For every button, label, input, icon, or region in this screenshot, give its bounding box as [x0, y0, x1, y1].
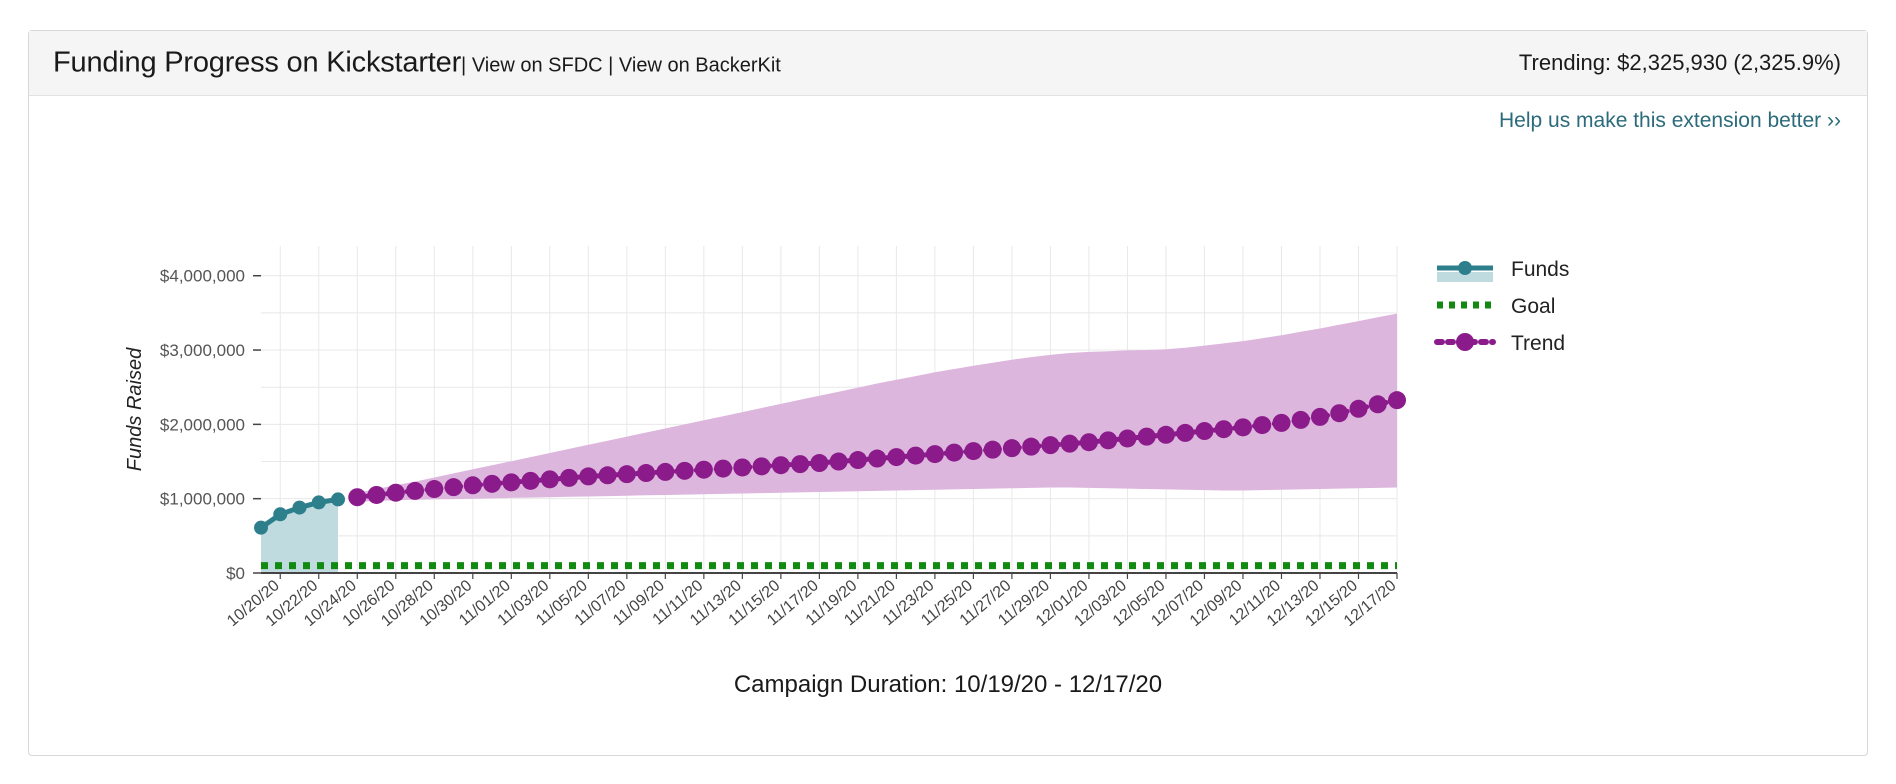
- trend-data-point: [386, 483, 405, 502]
- trend-data-point: [1349, 399, 1368, 418]
- header-title-group: Funding Progress on Kickstarter | View o…: [53, 47, 781, 80]
- chart-legend: Funds Goal Trend: [1434, 258, 1569, 355]
- legend-item-trend[interactable]: Trend: [1434, 332, 1565, 355]
- trend-data-point: [771, 456, 790, 475]
- chart-area: $0 $1,000,000 $2,000,000 $3,000,000 $4,000,0…: [29, 151, 1867, 651]
- trend-data-point: [1388, 391, 1406, 410]
- funding-progress-card: Funding Progress on Kickstarter | View o…: [28, 30, 1868, 756]
- legend-trend-marker: [1456, 333, 1474, 351]
- legend-label: Trend: [1511, 332, 1565, 355]
- trend-data-point: [348, 488, 367, 507]
- trend-data-point: [1060, 434, 1079, 453]
- trend-data-point: [733, 458, 752, 477]
- trend-data-point: [444, 478, 463, 497]
- trend-data-point: [964, 442, 983, 461]
- legend-item-goal[interactable]: Goal: [1437, 295, 1555, 318]
- trend-data-point: [1079, 433, 1098, 452]
- trend-data-point: [425, 480, 444, 499]
- screenshot-root: Funding Progress on Kickstarter | View o…: [0, 0, 1896, 784]
- trend-data-point: [540, 470, 559, 489]
- trend-data-point: [1272, 413, 1291, 432]
- funds-data-point: [311, 495, 326, 510]
- trend-data-point: [906, 446, 925, 465]
- legend-label: Goal: [1511, 295, 1555, 318]
- trend-data-point: [848, 451, 867, 470]
- help-improve-extension-link[interactable]: Help us make this extension better ››: [1499, 109, 1841, 132]
- header-links: | View on SFDC | View on BackerKit: [461, 55, 781, 78]
- y-axis-tick-label: $1,000,000: [160, 490, 245, 509]
- funds-data-point: [273, 507, 288, 522]
- trend-data-point: [868, 449, 887, 468]
- trend-data-point: [1002, 439, 1021, 458]
- trend-data-point: [1176, 423, 1195, 442]
- trend-data-point: [1041, 436, 1060, 455]
- trend-data-point: [367, 485, 386, 504]
- trend-data-point: [752, 457, 771, 476]
- trend-band-area: [357, 313, 1397, 502]
- y-axis-title: Funds Raised: [124, 347, 146, 471]
- trend-data-point: [1330, 404, 1349, 423]
- legend-funds-marker: [1458, 261, 1472, 275]
- trending-status: Trending: $2,325,930 (2,325.9%): [1518, 50, 1841, 75]
- page-title: Funding Progress on Kickstarter: [53, 46, 462, 79]
- trend-data-point: [1022, 437, 1041, 456]
- trend-confidence-band: [357, 313, 1397, 502]
- trend-data-point: [887, 448, 906, 467]
- trend-data-point: [791, 455, 810, 474]
- trend-data-point: [983, 440, 1002, 459]
- trend-data-point: [945, 443, 964, 462]
- y-axis-tick-label: $4,000,000: [160, 267, 245, 286]
- card-header: Funding Progress on Kickstarter | View o…: [29, 31, 1867, 96]
- help-row: Help us make this extension better ››: [1499, 109, 1841, 133]
- trend-data-point: [675, 461, 694, 480]
- trend-data-point: [502, 473, 521, 492]
- trend-data-point: [521, 471, 540, 490]
- trend-data-point: [617, 465, 636, 484]
- funds-series: [254, 492, 346, 573]
- trend-data-point: [579, 467, 598, 486]
- trend-data-point: [1310, 407, 1329, 426]
- trend-data-point: [1137, 427, 1156, 446]
- view-on-backerkit-link[interactable]: View on BackerKit: [619, 55, 781, 77]
- trend-data-point: [829, 452, 848, 471]
- trend-data-point: [810, 454, 829, 473]
- view-on-sfdc-link[interactable]: View on SFDC: [472, 55, 603, 77]
- trend-data-point: [483, 474, 502, 493]
- trend-data-point: [1291, 410, 1310, 429]
- trend-data-point: [656, 462, 675, 481]
- trend-data-point: [1214, 420, 1233, 439]
- funds-data-point: [331, 492, 346, 507]
- trend-data-point: [1099, 431, 1118, 450]
- funding-progress-chart: $0 $1,000,000 $2,000,000 $3,000,000 $4,000,0…: [124, 246, 1569, 630]
- header-separator-1: |: [461, 54, 472, 77]
- trend-data-point: [694, 460, 713, 479]
- trend-data-point: [560, 468, 579, 487]
- trend-data-point: [406, 481, 425, 500]
- y-axis: $0 $1,000,000 $2,000,000 $3,000,000 $4,000,0…: [124, 267, 261, 583]
- trend-data-point: [598, 466, 617, 485]
- y-axis-tick-label: $0: [226, 564, 245, 583]
- trend-data-point: [925, 445, 944, 464]
- header-separator-2: |: [602, 54, 619, 77]
- legend-label: Funds: [1511, 258, 1569, 281]
- trend-data-point: [1253, 416, 1272, 435]
- trend-data-point: [637, 464, 656, 483]
- funds-data-point: [292, 500, 307, 515]
- y-axis-tick-label: $2,000,000: [160, 415, 245, 434]
- x-axis: 10/20/2010/22/2010/24/2010/26/2010/28/20…: [224, 573, 1400, 630]
- trend-data-point: [1118, 429, 1137, 448]
- funds-data-point: [254, 520, 268, 535]
- trend-data-point: [463, 476, 482, 495]
- trend-data-point: [1195, 422, 1214, 441]
- trend-data-point: [1233, 418, 1252, 437]
- campaign-duration-caption: Campaign Duration: 10/19/20 - 12/17/20: [733, 671, 1163, 698]
- trend-data-point: [1368, 395, 1387, 414]
- y-axis-tick-label: $3,000,000: [160, 341, 245, 360]
- trend-data-point: [1156, 425, 1175, 444]
- trend-data-point: [714, 459, 733, 478]
- legend-item-funds[interactable]: Funds: [1437, 258, 1569, 282]
